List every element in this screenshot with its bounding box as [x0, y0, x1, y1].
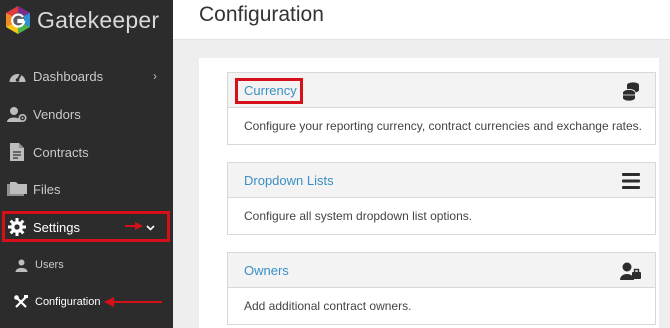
user-icon: [13, 257, 29, 273]
sidebar-subitem-label: Users: [35, 259, 64, 271]
chevron-right-icon: ›: [153, 69, 157, 83]
arrow-left-annotation: [104, 297, 162, 307]
sidebar-item-vendors[interactable]: Vendors: [0, 98, 173, 130]
config-card-owners: Owners Add additional contract owners.: [227, 252, 656, 325]
sidebar-subitem-label: Configuration: [35, 296, 101, 308]
card-description: Configure your reporting currency, contr…: [244, 119, 642, 133]
list-icon: [620, 170, 642, 192]
sidebar-item-label: Contracts: [33, 144, 89, 160]
sidebar-item-label: Vendors: [33, 106, 81, 122]
dropdown-lists-link[interactable]: Dropdown Lists: [244, 173, 334, 188]
brand[interactable]: Gatekeeper: [3, 5, 159, 35]
sidebar-item-contracts[interactable]: Contracts: [0, 136, 173, 168]
document-icon: [7, 142, 27, 162]
card-description: Add additional contract owners.: [244, 299, 412, 313]
sidebar-item-label: Dashboards: [33, 68, 104, 84]
card-header: Owners: [228, 253, 655, 288]
folders-icon: [7, 179, 27, 199]
currency-highlight-box: [235, 78, 303, 104]
card-body: Configure all system dropdown list optio…: [228, 198, 655, 234]
config-card-dropdown-lists: Dropdown Lists Configure all system drop…: [227, 162, 656, 235]
page-header: Configuration: [173, 0, 670, 40]
user-plus-icon: [620, 260, 642, 282]
owners-link[interactable]: Owners: [244, 263, 289, 278]
card-description: Configure all system dropdown list optio…: [244, 209, 473, 223]
sidebar-item-label: Files: [33, 181, 61, 197]
gauge-icon: [7, 66, 27, 86]
tools-icon: [13, 294, 29, 310]
sidebar-item-dashboards[interactable]: Dashboards ›: [0, 60, 173, 92]
card-body: Add additional contract owners.: [228, 288, 655, 324]
settings-highlight-box: [2, 211, 170, 242]
arrow-right-annotation: [125, 222, 143, 230]
coins-icon: [620, 80, 642, 102]
brand-name: Gatekeeper: [37, 6, 160, 33]
sidebar-item-files[interactable]: Files: [0, 173, 173, 205]
sidebar-subitem-users[interactable]: Users: [0, 252, 173, 278]
sidebar: Gatekeeper Dashboards › Vendors Contract…: [0, 0, 173, 328]
card-body: Configure your reporting currency, contr…: [228, 108, 655, 144]
card-header: Dropdown Lists: [228, 163, 655, 198]
page-title: Configuration: [199, 3, 324, 26]
user-gear-icon: [7, 104, 27, 124]
gatekeeper-logo-icon: [6, 6, 30, 34]
